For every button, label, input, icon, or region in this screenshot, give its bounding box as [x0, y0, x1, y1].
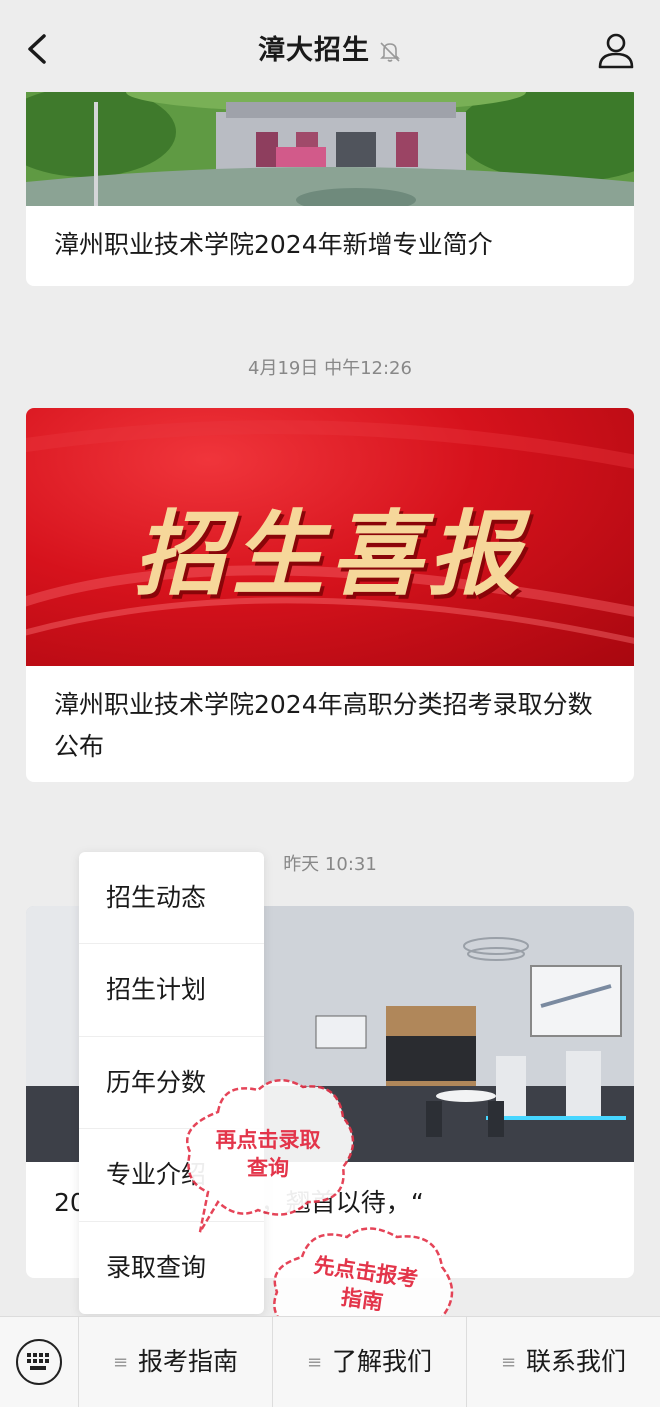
tab-contact-us[interactable]: ≡ 联系我们	[466, 1317, 660, 1407]
top-nav-bar: 漳大招生	[0, 0, 660, 92]
message-timestamp: 4月19日 中午12:26	[248, 358, 412, 379]
article-title[interactable]: 漳州职业技术学院2024年高职分类招考录取分数公布	[26, 684, 634, 768]
menu-lines-icon: ≡	[112, 1352, 129, 1373]
keyboard-icon[interactable]	[16, 1339, 62, 1385]
tab-label: 联系我们	[526, 1347, 627, 1376]
article-cover-red-banner: 招生喜报	[26, 408, 634, 666]
menu-tabs: ≡ 报考指南 ≡ 了解我们 ≡ 联系我们	[78, 1317, 660, 1407]
article-cover-campus-image	[26, 92, 634, 206]
menu-item-admission-plan[interactable]: 招生计划	[79, 944, 264, 1037]
menu-item-admission-news[interactable]: 招生动态	[79, 852, 264, 945]
article-title[interactable]: 漳州职业技术学院2024年新增专业简介	[26, 224, 521, 266]
article-card-1[interactable]: 漳州职业技术学院2024年新增专业简介	[26, 92, 634, 286]
tab-application-guide[interactable]: ≡ 报考指南	[78, 1317, 272, 1407]
account-title-wrap: 漳大招生	[0, 28, 660, 67]
menu-lines-icon: ≡	[306, 1352, 323, 1373]
article-card-2[interactable]: 招生喜报 漳州职业技术学院2024年高职分类招考录取分数公布	[26, 408, 634, 782]
tab-about-us[interactable]: ≡ 了解我们	[272, 1317, 466, 1407]
tab-label: 了解我们	[332, 1347, 433, 1376]
hint-text-second-step: 再点击录取查询	[215, 1128, 321, 1180]
mute-bell-icon	[380, 41, 400, 62]
tab-label: 报考指南	[138, 1347, 239, 1376]
banner-headline: 招生喜报	[133, 501, 526, 608]
account-title: 漳大招生	[258, 35, 370, 66]
hint-bubble-second-step: 再点击录取查询	[178, 1072, 360, 1242]
profile-icon[interactable]	[596, 30, 636, 70]
campus-gate-illustration	[26, 92, 634, 206]
bottom-menu-bar: ≡ 报考指南 ≡ 了解我们 ≡ 联系我们	[0, 1316, 660, 1407]
menu-lines-icon: ≡	[500, 1352, 517, 1373]
